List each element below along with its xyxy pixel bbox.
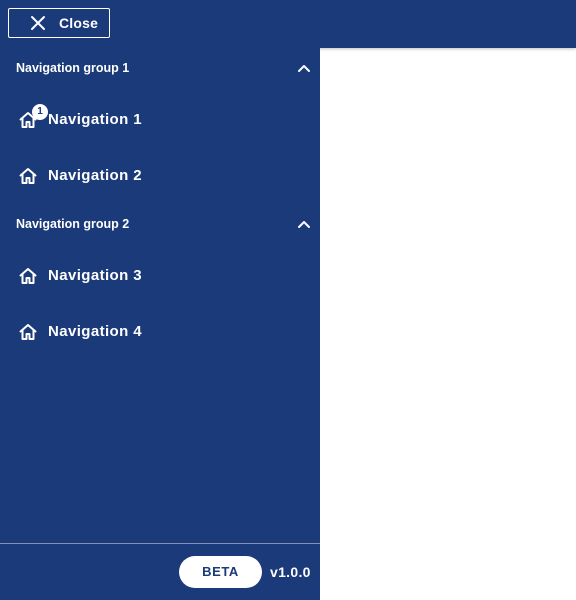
version-label: v1.0.0 bbox=[270, 564, 311, 580]
close-button-label: Close bbox=[59, 15, 99, 31]
close-icon bbox=[31, 16, 45, 30]
chevron-up-icon bbox=[298, 221, 310, 228]
nav-item-navigation-4[interactable]: Navigation 4 bbox=[0, 304, 320, 360]
nav-group-1-header[interactable]: Navigation group 1 bbox=[0, 48, 320, 88]
nav-item-navigation-2[interactable]: Navigation 2 bbox=[0, 148, 320, 204]
nav-group-label: Navigation group 2 bbox=[16, 217, 130, 231]
beta-badge: BETA bbox=[179, 556, 262, 588]
nav-item-navigation-1[interactable]: 1 Navigation 1 bbox=[0, 92, 320, 148]
navigation-drawer: Navigation group 1 1 Navigation 1 Naviga… bbox=[0, 48, 320, 600]
chevron-up-icon bbox=[298, 65, 310, 72]
nav-group-label: Navigation group 1 bbox=[16, 61, 130, 75]
nav-item-navigation-3[interactable]: Navigation 3 bbox=[0, 248, 320, 304]
nav-item-label: Navigation 4 bbox=[48, 323, 142, 340]
nav-item-label: Navigation 3 bbox=[48, 267, 142, 284]
home-icon bbox=[19, 268, 37, 284]
notification-badge: 1 bbox=[32, 104, 48, 120]
drawer-footer: BETA v1.0.0 bbox=[0, 543, 320, 600]
close-button[interactable]: Close bbox=[8, 8, 110, 38]
nav-group-2-header[interactable]: Navigation group 2 bbox=[0, 204, 320, 244]
top-app-bar: Close bbox=[0, 0, 576, 48]
home-icon bbox=[19, 324, 37, 340]
nav-item-label: Navigation 2 bbox=[48, 167, 142, 184]
nav-item-label: Navigation 1 bbox=[48, 111, 142, 128]
home-icon bbox=[19, 168, 37, 184]
main-content bbox=[320, 48, 576, 600]
